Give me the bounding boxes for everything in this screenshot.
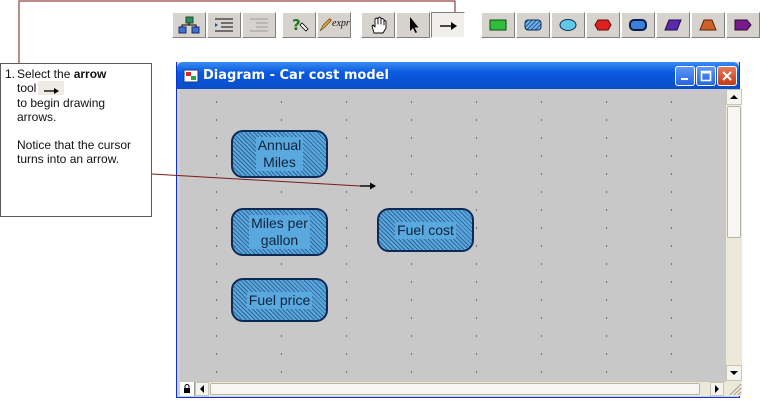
node-annual-miles[interactable]: Annual Miles — [231, 130, 328, 178]
vertical-scrollbar[interactable] — [726, 89, 742, 381]
step-line3: to begin drawing arrows. — [17, 95, 106, 124]
diagram-window-icon — [183, 68, 199, 89]
node-fuel-price[interactable]: Fuel price — [231, 278, 328, 322]
diagram-window: Diagram - Car cost model Annual Miles Mi… — [176, 62, 742, 398]
arrow-tool-mini-icon — [38, 80, 65, 95]
expression-button[interactable]: expr — [317, 12, 351, 38]
node-miles-per-gallon[interactable]: Miles per gallon — [231, 208, 328, 256]
scroll-left-button[interactable] — [195, 382, 209, 396]
diagram-canvas[interactable]: Annual Miles Miles per gallon Fuel cost … — [180, 89, 726, 381]
hierarchy-icon — [178, 16, 200, 34]
alias-node-icon — [734, 19, 752, 31]
window-title: Diagram - Car cost model — [203, 68, 389, 83]
resize-grip[interactable] — [726, 381, 742, 396]
browse-hand-button[interactable] — [361, 12, 395, 38]
scroll-down-button[interactable] — [726, 365, 742, 381]
help-button[interactable]: ? — [282, 12, 316, 38]
maximize-button[interactable] — [696, 66, 716, 86]
window-title-bar[interactable]: Diagram - Car cost model — [177, 62, 739, 89]
outline-indent-button[interactable] — [207, 12, 241, 38]
minimize-icon — [681, 78, 688, 80]
node-fuel-cost[interactable]: Fuel cost — [377, 208, 474, 252]
scroll-up-button[interactable] — [726, 89, 742, 105]
outline-outdent-icon — [250, 18, 268, 32]
alias-node-button[interactable] — [726, 12, 760, 38]
constant-node-button[interactable] — [691, 12, 725, 38]
module-node-icon — [629, 19, 647, 31]
decision-node-icon — [489, 19, 507, 31]
horizontal-scroll-thumb[interactable] — [210, 383, 700, 395]
node-label: Fuel price — [246, 291, 313, 309]
pointer-arrow-icon — [410, 17, 419, 33]
close-icon — [722, 71, 732, 81]
pointer-button[interactable] — [396, 12, 430, 38]
left-arrow-icon — [200, 385, 204, 393]
chance-node-icon — [524, 19, 542, 31]
node-label: Annual Miles — [255, 137, 304, 171]
step-line1-prefix: Select the — [17, 67, 74, 81]
node-label: Miles per gallon — [249, 215, 310, 249]
node-label: Fuel cost — [395, 221, 456, 239]
general-node-icon — [559, 19, 577, 31]
close-button[interactable] — [717, 66, 737, 86]
step-line4: Notice that the cursor turns into an arr… — [17, 137, 132, 166]
down-arrow-icon — [730, 371, 738, 375]
decision-node-button[interactable] — [481, 12, 515, 38]
outline-outdent-button[interactable] — [242, 12, 276, 38]
step-line1-bold: arrow — [73, 67, 107, 81]
hierarchy-button[interactable] — [172, 12, 206, 38]
step-number: 1. — [5, 67, 16, 81]
scroll-right-button[interactable] — [710, 382, 724, 396]
up-arrow-icon — [730, 95, 738, 99]
chance-node-button[interactable] — [516, 12, 550, 38]
right-arrow-icon — [715, 385, 719, 393]
help-question-icon: ? — [292, 16, 309, 34]
hand-browse-icon — [371, 16, 387, 34]
constant-node-icon — [699, 19, 717, 31]
svg-text:?: ? — [292, 16, 301, 34]
horizontal-scrollbar[interactable] — [180, 381, 726, 396]
maximize-icon — [700, 70, 712, 82]
minimize-button[interactable] — [675, 66, 695, 86]
vertical-scroll-thumb[interactable] — [727, 106, 741, 238]
index-node-button[interactable] — [656, 12, 690, 38]
lock-icon[interactable] — [180, 382, 195, 396]
index-node-icon — [664, 19, 682, 31]
expression-label: expr — [332, 18, 350, 29]
module-node-button[interactable] — [621, 12, 655, 38]
resize-grip-icon — [729, 383, 742, 396]
objective-node-icon — [594, 19, 612, 31]
outline-indent-icon — [215, 18, 233, 32]
instruction-callout: 1. Select the arrow tool to begin drawing… — [0, 63, 152, 217]
arrow-draw-icon — [440, 22, 457, 30]
general-node-button[interactable] — [551, 12, 585, 38]
arrow-tool-button[interactable] — [431, 12, 465, 38]
step-line2: tool — [17, 81, 37, 95]
objective-node-button[interactable] — [586, 12, 620, 38]
